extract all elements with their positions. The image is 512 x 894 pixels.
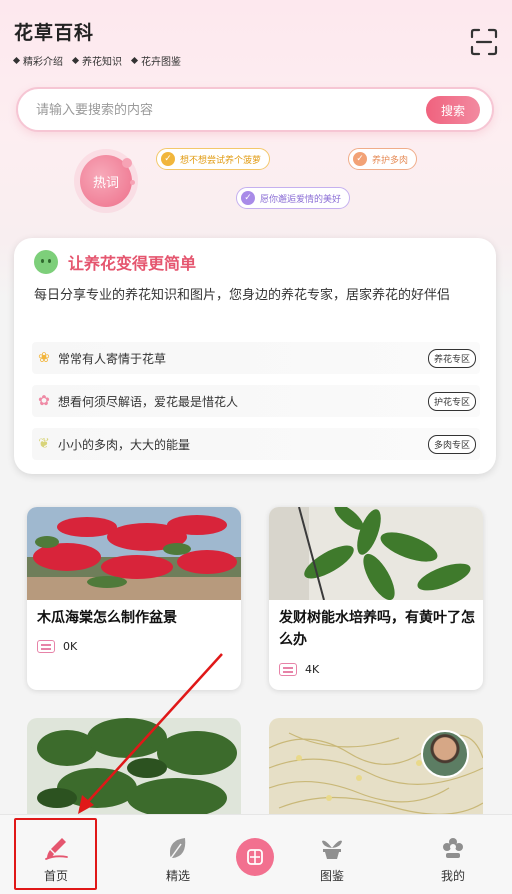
search-bar: 搜索 (16, 87, 494, 132)
hot-tag-label: 想不想尝试养个菠萝 (180, 155, 262, 166)
intro-row-text: 想看何须尽解语，爱花最是惜花人 (58, 394, 239, 409)
hot-tag-pineapple[interactable]: ✓ 想不想尝试养个菠萝 (156, 148, 271, 170)
decor-dot (122, 158, 132, 168)
article-views: 4K (305, 663, 320, 676)
article-card[interactable] (27, 718, 241, 818)
article-card[interactable]: 发财树能水培养吗，有黄叶了怎么办 4K (269, 507, 483, 690)
article-title: 木瓜海棠怎么制作盆景 (37, 610, 177, 626)
center-action-button[interactable] (236, 838, 274, 876)
check-icon: ✓ (353, 152, 367, 166)
subnav-label: 养花知识 (82, 57, 122, 68)
intro-title: 让养花变得更简单 (68, 254, 197, 273)
intro-row-succulent[interactable]: ❦ 小小的多肉，大大的能量 多肉专区 (32, 428, 480, 460)
highlight-box (14, 818, 97, 890)
zone-button[interactable]: 护花专区 (427, 391, 476, 411)
intro-row-text: 常常有人寄情于花草 (58, 351, 167, 366)
search-input[interactable] (36, 100, 416, 120)
intro-row-flowers[interactable]: ❀ 常常有人寄情于花草 养花专区 (32, 342, 480, 374)
leaf-icon (167, 835, 189, 861)
article-title: 发财树能水培养吗，有黄叶了怎么办 (279, 610, 475, 648)
zone-button[interactable]: 多肉专区 (427, 434, 476, 454)
diamond-bullet-icon (12, 56, 21, 65)
read-count-icon (279, 663, 297, 676)
intro-row-text: 小小的多肉，大大的能量 (58, 437, 191, 452)
article-views: 0K (63, 640, 78, 653)
diamond-bullet-icon (71, 56, 80, 65)
author-avatar (421, 730, 469, 778)
tab-label: 图鉴 (319, 869, 344, 883)
check-icon: ✓ (161, 152, 175, 166)
article-thumbnail (269, 507, 483, 601)
book-open-icon (247, 849, 263, 865)
subnav-item-knowledge[interactable]: 养花知识 (71, 53, 122, 68)
subnav-label: 精彩介绍 (23, 57, 63, 68)
hot-tag-label: 愿你邂逅爱情的美好 (260, 194, 342, 205)
intro-row-care[interactable]: ✿ 想看何须尽解语，爱花最是惜花人 护花专区 (32, 385, 480, 417)
read-count-icon (37, 640, 55, 653)
subnav-item-catalog[interactable]: 花卉图鉴 (130, 53, 181, 68)
tab-mine[interactable]: 我的 (413, 815, 493, 894)
potted-plant-icon (320, 835, 344, 861)
scan-button[interactable] (470, 28, 498, 56)
smile-face-icon (34, 250, 58, 274)
tab-label: 我的 (440, 869, 465, 883)
intro-description: 每日分享专业的养花知识和图片，您身边的养花专家，居家养花的好伴侣 (34, 288, 451, 303)
article-card[interactable] (269, 718, 483, 818)
article-stat: 4K (279, 663, 319, 676)
tab-label: 精选 (165, 869, 190, 883)
check-icon: ✓ (241, 191, 255, 205)
search-button[interactable]: 搜索 (426, 96, 480, 124)
intro-header: 让养花变得更简单 (34, 250, 196, 274)
zone-button[interactable]: 养花专区 (427, 348, 476, 368)
tab-featured[interactable]: 精选 (138, 815, 218, 894)
flower-icon: ❀ (38, 350, 50, 366)
scan-icon (470, 28, 498, 56)
diamond-bullet-icon (130, 56, 139, 65)
subnav-label: 花卉图鉴 (141, 57, 181, 68)
intro-card: 让养花变得更简单 每日分享专业的养花知识和图片，您身边的养花专家，居家养花的好伴… (14, 238, 496, 474)
sub-navigation: 精彩介绍 养花知识 花卉图鉴 (12, 53, 181, 68)
hot-tag-love[interactable]: ✓ 愿你邂逅爱情的美好 (236, 187, 351, 209)
hot-tag-succulent[interactable]: ✓ 养护多肉 (348, 148, 418, 170)
hot-tag-label: 养护多肉 (372, 155, 409, 166)
article-thumbnail (27, 718, 241, 818)
subnav-item-intro[interactable]: 精彩介绍 (12, 53, 63, 68)
decor-dot (130, 180, 135, 185)
app-title: 花草百科 (14, 22, 95, 44)
article-stat: 0K (37, 640, 77, 653)
article-card[interactable]: 木瓜海棠怎么制作盆景 0K (27, 507, 241, 690)
sprout-icon: ❦ (38, 436, 50, 452)
tab-catalog[interactable]: 图鉴 (292, 815, 372, 894)
article-thumbnail (27, 507, 241, 600)
tulip-icon: ✿ (38, 393, 50, 409)
flower-profile-icon (441, 835, 465, 861)
